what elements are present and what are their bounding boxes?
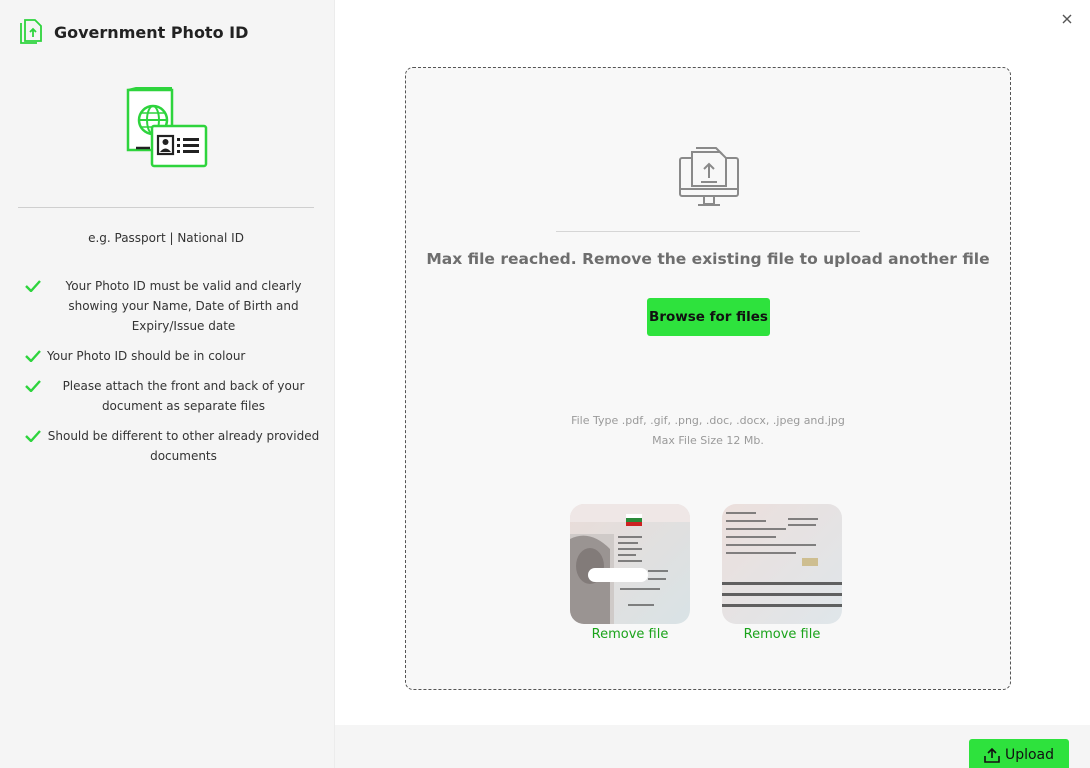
modal-header: Government Photo ID [18, 18, 248, 46]
max-size-text: Max File Size 12 Mb. [652, 434, 764, 447]
requirement-text: Please attach the front and back of your… [62, 379, 305, 413]
upload-monitor-icon [679, 147, 739, 206]
upload-button[interactable]: Upload [969, 739, 1069, 768]
modal-title: Government Photo ID [54, 22, 249, 42]
file-preview: Remove file [570, 504, 692, 642]
check-icon [25, 376, 47, 396]
sidebar-divider [18, 207, 314, 208]
requirements-list: Your Photo ID must be valid and clearly … [25, 276, 320, 476]
file-type-info: File Type .pdf, .gif, .png, .doc, .docx,… [406, 411, 1010, 451]
check-icon [25, 346, 47, 366]
check-icon [25, 426, 47, 446]
file-dropzone[interactable]: Max file reached. Remove the existing fi… [405, 67, 1011, 690]
max-file-message: Max file reached. Remove the existing fi… [426, 250, 990, 268]
requirement-item: Please attach the front and back of your… [25, 376, 320, 416]
sidebar: Government Photo ID e.g. Passport | Nati… [0, 0, 335, 768]
remove-file-link[interactable]: Remove file [722, 627, 842, 642]
example-text: e.g. Passport | National ID [88, 231, 244, 245]
id-front-thumbnail [570, 504, 690, 624]
dropzone-divider [556, 231, 860, 232]
uploaded-files: Remove file Remove file [570, 504, 850, 644]
file-preview: Remove file [722, 504, 844, 642]
id-back-thumbnail [722, 504, 842, 624]
requirement-item: Your Photo ID must be valid and clearly … [25, 276, 320, 336]
requirement-text: Your Photo ID should be in colour [47, 349, 246, 363]
file-upload-icon [20, 19, 42, 44]
remove-file-link[interactable]: Remove file [570, 627, 690, 642]
passport-id-icon [126, 87, 208, 168]
requirement-text: Should be different to other already pro… [47, 429, 320, 463]
requirement-item: Should be different to other already pro… [25, 426, 320, 466]
requirement-item: Your Photo ID should be in colour [25, 346, 320, 366]
browse-files-button[interactable]: Browse for files [647, 298, 770, 336]
file-types-text: File Type .pdf, .gif, .png, .doc, .docx,… [571, 414, 845, 427]
upload-icon [984, 747, 1000, 763]
check-icon [25, 276, 47, 296]
requirement-text: Your Photo ID must be valid and clearly … [65, 279, 302, 333]
close-icon[interactable] [1058, 10, 1076, 28]
upload-label: Upload [1004, 747, 1055, 763]
